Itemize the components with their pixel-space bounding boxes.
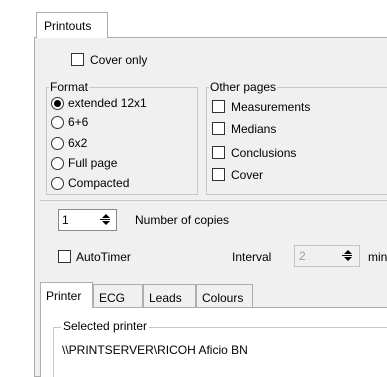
format-radio-full-page[interactable] <box>51 157 64 170</box>
subtab-leads[interactable]: Leads <box>143 284 196 308</box>
other-page-label: Conclusions <box>231 146 297 160</box>
interval-value: 2 <box>299 249 306 263</box>
subtab-leads-label: Leads <box>149 291 182 305</box>
selected-printer-name: \\PRINTSERVER\RICOH Aficio BN <box>62 343 248 357</box>
medians-checkbox[interactable] <box>212 122 225 135</box>
copies-spin-arrows-icon[interactable] <box>99 213 113 227</box>
tab-printouts-label: Printouts <box>44 19 92 33</box>
copies-stepper[interactable]: 1 <box>58 209 117 231</box>
cover-only-checkbox[interactable] <box>71 53 84 66</box>
format-option-label: extended 12x1 <box>68 96 147 110</box>
format-option-label: 6x2 <box>68 136 88 150</box>
subtab-ecg[interactable]: ECG <box>93 284 143 308</box>
format-option-label: Full page <box>68 156 118 170</box>
format-radio-6x2[interactable] <box>51 137 64 150</box>
interval-spin-arrows-icon[interactable] <box>341 249 355 263</box>
subtab-printer[interactable]: Printer <box>40 282 93 308</box>
format-option-label: 6+6 <box>68 115 89 129</box>
cover-only-label: Cover only <box>90 53 148 67</box>
autotimer-checkbox[interactable] <box>58 250 71 263</box>
subtab-colours[interactable]: Colours <box>196 284 253 308</box>
subtab-ecg-label: ECG <box>99 291 126 305</box>
format-radio-extended[interactable] <box>51 97 64 110</box>
conclusions-checkbox[interactable] <box>212 146 225 159</box>
interval-unit: min <box>368 250 387 264</box>
subtab-printer-label: Printer <box>46 289 82 303</box>
subtab-colours-label: Colours <box>202 291 244 305</box>
autotimer-label: AutoTimer <box>76 250 131 264</box>
other-page-label: Medians <box>231 122 277 136</box>
format-group-title: Format <box>49 80 90 94</box>
cover-page-checkbox[interactable] <box>212 168 225 181</box>
format-option-label: Compacted <box>68 176 130 190</box>
measurements-checkbox[interactable] <box>212 100 225 113</box>
other-page-label: Measurements <box>231 100 311 114</box>
interval-stepper[interactable]: 2 <box>294 245 360 267</box>
format-radio-compacted[interactable] <box>51 177 64 190</box>
format-radio-6plus6[interactable] <box>51 116 64 129</box>
copies-value: 1 <box>62 213 69 227</box>
other-pages-group-title: Other pages <box>209 80 278 94</box>
other-page-label: Cover <box>231 168 264 182</box>
separator <box>40 200 387 201</box>
interval-label: Interval <box>232 250 272 264</box>
selected-printer-title: Selected printer <box>61 319 150 333</box>
tab-printouts[interactable]: Printouts <box>36 12 108 38</box>
copies-label: Number of copies <box>135 213 230 227</box>
